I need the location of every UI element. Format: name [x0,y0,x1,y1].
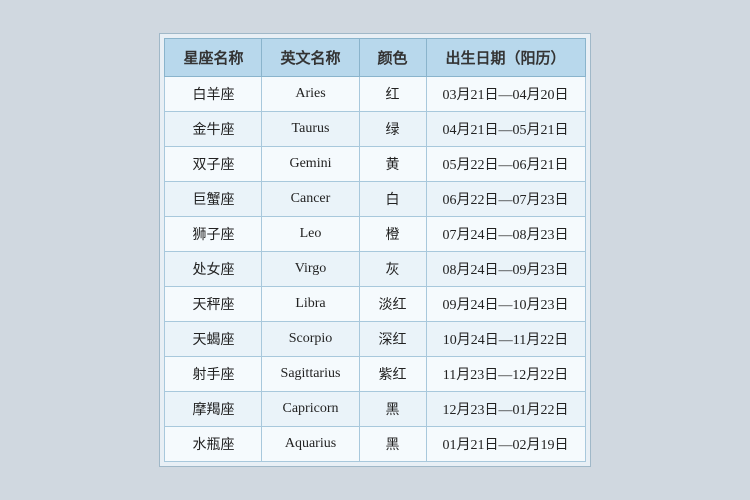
table-cell-7-1: Scorpio [262,322,359,357]
table-row: 狮子座Leo橙07月24日—08月23日 [165,217,585,252]
table-cell-7-3: 10月24日—11月22日 [426,322,585,357]
table-cell-7-2: 深红 [359,322,426,357]
table-cell-6-2: 淡红 [359,287,426,322]
table-row: 白羊座Aries红03月21日—04月20日 [165,77,585,112]
table-cell-9-0: 摩羯座 [165,392,262,427]
zodiac-table-container: 星座名称 英文名称 颜色 出生日期（阳历） 白羊座Aries红03月21日—04… [159,33,590,467]
table-cell-9-3: 12月23日—01月22日 [426,392,585,427]
table-cell-6-3: 09月24日—10月23日 [426,287,585,322]
col-header-date: 出生日期（阳历） [426,39,585,77]
table-row: 处女座Virgo灰08月24日—09月23日 [165,252,585,287]
table-row: 天秤座Libra淡红09月24日—10月23日 [165,287,585,322]
table-cell-1-1: Taurus [262,112,359,147]
table-cell-4-0: 狮子座 [165,217,262,252]
table-cell-4-1: Leo [262,217,359,252]
col-header-chinese: 星座名称 [165,39,262,77]
table-cell-5-1: Virgo [262,252,359,287]
table-row: 水瓶座Aquarius黑01月21日—02月19日 [165,427,585,462]
table-cell-10-3: 01月21日—02月19日 [426,427,585,462]
table-cell-7-0: 天蝎座 [165,322,262,357]
table-cell-4-3: 07月24日—08月23日 [426,217,585,252]
table-row: 天蝎座Scorpio深红10月24日—11月22日 [165,322,585,357]
table-row: 双子座Gemini黄05月22日—06月21日 [165,147,585,182]
table-row: 摩羯座Capricorn黑12月23日—01月22日 [165,392,585,427]
table-cell-3-0: 巨蟹座 [165,182,262,217]
table-cell-9-1: Capricorn [262,392,359,427]
table-header-row: 星座名称 英文名称 颜色 出生日期（阳历） [165,39,585,77]
table-cell-2-2: 黄 [359,147,426,182]
table-cell-8-1: Sagittarius [262,357,359,392]
table-row: 金牛座Taurus绿04月21日—05月21日 [165,112,585,147]
table-cell-8-2: 紫红 [359,357,426,392]
table-cell-6-0: 天秤座 [165,287,262,322]
zodiac-table: 星座名称 英文名称 颜色 出生日期（阳历） 白羊座Aries红03月21日—04… [164,38,585,462]
table-cell-1-2: 绿 [359,112,426,147]
table-cell-10-0: 水瓶座 [165,427,262,462]
table-cell-1-3: 04月21日—05月21日 [426,112,585,147]
table-cell-0-0: 白羊座 [165,77,262,112]
table-cell-3-2: 白 [359,182,426,217]
table-cell-5-2: 灰 [359,252,426,287]
table-cell-1-0: 金牛座 [165,112,262,147]
table-cell-2-0: 双子座 [165,147,262,182]
table-cell-2-1: Gemini [262,147,359,182]
table-cell-10-2: 黑 [359,427,426,462]
table-row: 巨蟹座Cancer白06月22日—07月23日 [165,182,585,217]
table-cell-3-1: Cancer [262,182,359,217]
table-row: 射手座Sagittarius紫红11月23日—12月22日 [165,357,585,392]
table-cell-5-0: 处女座 [165,252,262,287]
table-cell-2-3: 05月22日—06月21日 [426,147,585,182]
table-cell-10-1: Aquarius [262,427,359,462]
col-header-english: 英文名称 [262,39,359,77]
col-header-color: 颜色 [359,39,426,77]
table-body: 白羊座Aries红03月21日—04月20日金牛座Taurus绿04月21日—0… [165,77,585,462]
table-cell-0-3: 03月21日—04月20日 [426,77,585,112]
table-cell-3-3: 06月22日—07月23日 [426,182,585,217]
table-cell-6-1: Libra [262,287,359,322]
table-cell-5-3: 08月24日—09月23日 [426,252,585,287]
table-cell-0-1: Aries [262,77,359,112]
table-cell-8-0: 射手座 [165,357,262,392]
table-cell-9-2: 黑 [359,392,426,427]
table-cell-8-3: 11月23日—12月22日 [426,357,585,392]
table-cell-4-2: 橙 [359,217,426,252]
table-cell-0-2: 红 [359,77,426,112]
